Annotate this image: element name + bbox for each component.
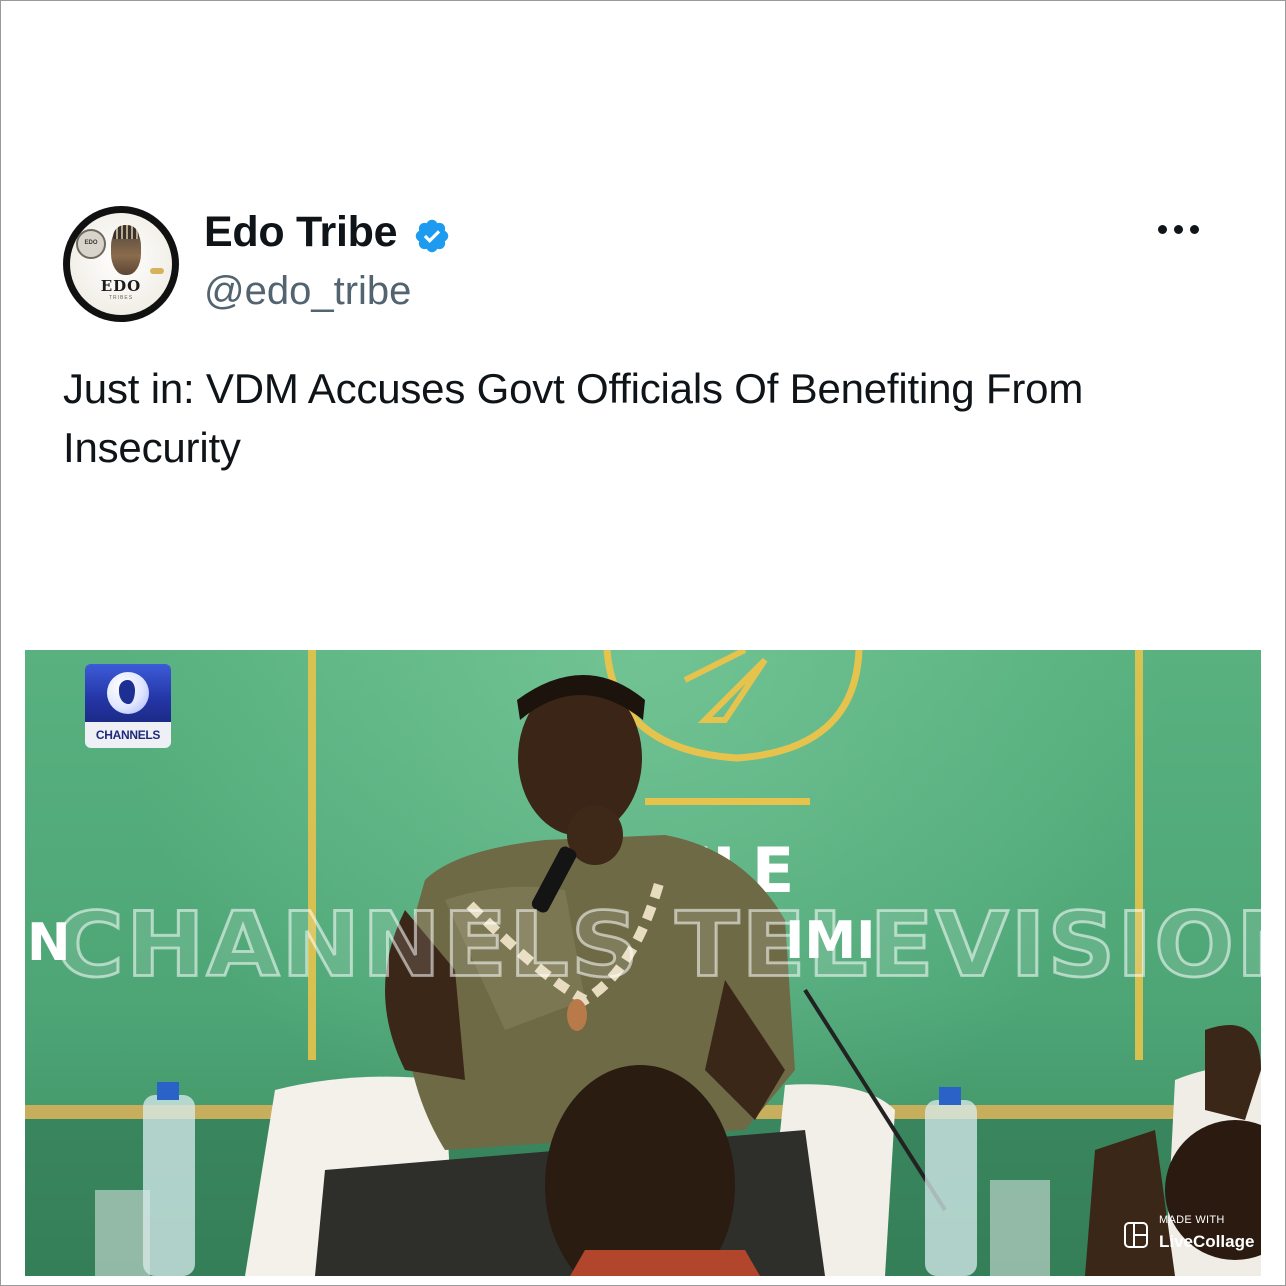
post-card: EDO EDO TRIBES Edo Tribe @edo_tribe Just… [0, 0, 1286, 1286]
avatar-seal-text: EDO [84, 240, 98, 246]
livecollage-icon [1124, 1222, 1148, 1248]
ellipsis-icon [1158, 225, 1167, 234]
backdrop-left-letter: N [27, 913, 71, 973]
ellipsis-icon [1190, 225, 1199, 234]
made-with-label: MADE WITH [1159, 1214, 1225, 1226]
channels-logo-label: CHANNELS [85, 722, 171, 748]
avatar-logo-text: EDO [100, 277, 142, 295]
avatar-seal-icon: EDO [76, 229, 106, 259]
avatar-logo: EDO EDO TRIBES [70, 213, 172, 315]
avatar-head-icon [111, 225, 141, 275]
post-video[interactable]: ELE IMI N [25, 650, 1261, 1276]
backdrop-text-2: IMI [785, 911, 875, 971]
made-with-badge: MADE WITH LiveCollage [1124, 1214, 1261, 1258]
post-text: Just in: VDM Accuses Govt Officials Of B… [63, 365, 1084, 471]
channels-logo-box [85, 664, 171, 722]
ellipsis-icon [1174, 225, 1183, 234]
avatar-gold-accent [150, 268, 164, 274]
made-with-app-name: LiveCollage [1159, 1232, 1255, 1251]
profile-avatar[interactable]: EDO EDO TRIBES [63, 206, 179, 322]
verified-badge-icon [415, 219, 449, 253]
channels-logo: CHANNELS [85, 664, 171, 748]
user-handle[interactable]: @edo_tribe [204, 269, 411, 314]
avatar-logo-subtext: TRIBES [108, 295, 134, 301]
africa-globe-icon [107, 672, 149, 714]
display-name[interactable]: Edo Tribe [204, 208, 398, 257]
video-frame-image: ELE IMI N [25, 650, 1261, 1276]
more-options-button[interactable] [1151, 214, 1205, 246]
